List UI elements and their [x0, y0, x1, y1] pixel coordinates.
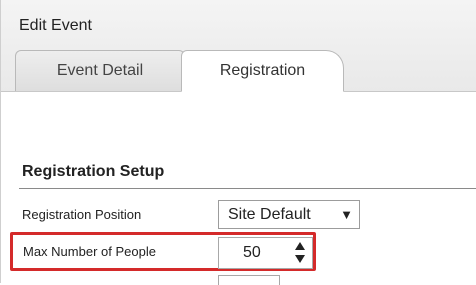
- caret-down-icon: ▼: [340, 207, 353, 222]
- tab-label: Registration: [219, 62, 306, 79]
- edit-event-panel: Edit Event Event Detail Registration Reg…: [0, 0, 476, 285]
- window-title: Edit Event: [19, 17, 92, 34]
- next-field-stub: [218, 275, 280, 285]
- section-divider: [19, 188, 476, 189]
- tab-registration[interactable]: Registration: [181, 50, 344, 92]
- select-value: Site Default: [228, 206, 311, 223]
- arrow-down-icon[interactable]: [294, 253, 306, 265]
- panel-header: Edit Event Event Detail Registration: [1, 0, 476, 92]
- registration-position-label: Registration Position: [22, 207, 142, 222]
- max-people-label: Max Number of People: [23, 244, 156, 259]
- section-heading: Registration Setup: [22, 163, 165, 180]
- tab-label: Event Detail: [56, 62, 144, 79]
- arrow-up-icon[interactable]: [294, 240, 306, 252]
- max-people-value: 50: [243, 244, 261, 261]
- max-people-input[interactable]: 50: [218, 237, 313, 269]
- tab-event-detail[interactable]: Event Detail: [15, 50, 185, 91]
- registration-position-select[interactable]: Site Default ▼: [218, 200, 360, 229]
